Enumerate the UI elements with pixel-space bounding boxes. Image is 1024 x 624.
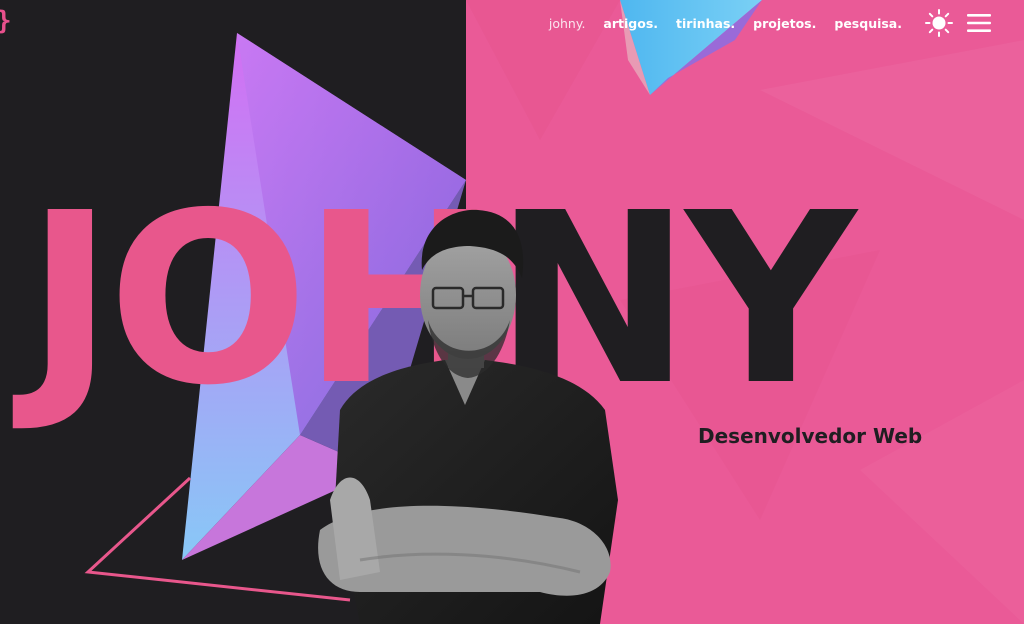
site-logo[interactable]: } [0,6,12,36]
nav-link-pesquisa[interactable]: pesquisa. [834,16,902,31]
nav-link-artigos[interactable]: artigos. [603,16,658,31]
hamburger-menu-icon[interactable] [966,12,992,34]
nav-link-johny[interactable]: johny. [549,16,586,31]
portrait-photo [318,209,618,624]
nav-link-tirinhas[interactable]: tirinhas. [676,16,735,31]
top-navigation: johny. artigos. tirinhas. projetos. pesq… [549,0,1024,46]
hero-section: } JOHNY Desenvolvedor Web [0,0,1024,624]
nav-links: johny. artigos. tirinhas. projetos. pesq… [549,16,902,31]
hero-subtitle: Desenvolvedor Web [698,424,923,448]
sun-icon[interactable] [924,8,954,38]
nav-link-projetos[interactable]: projetos. [753,16,816,31]
